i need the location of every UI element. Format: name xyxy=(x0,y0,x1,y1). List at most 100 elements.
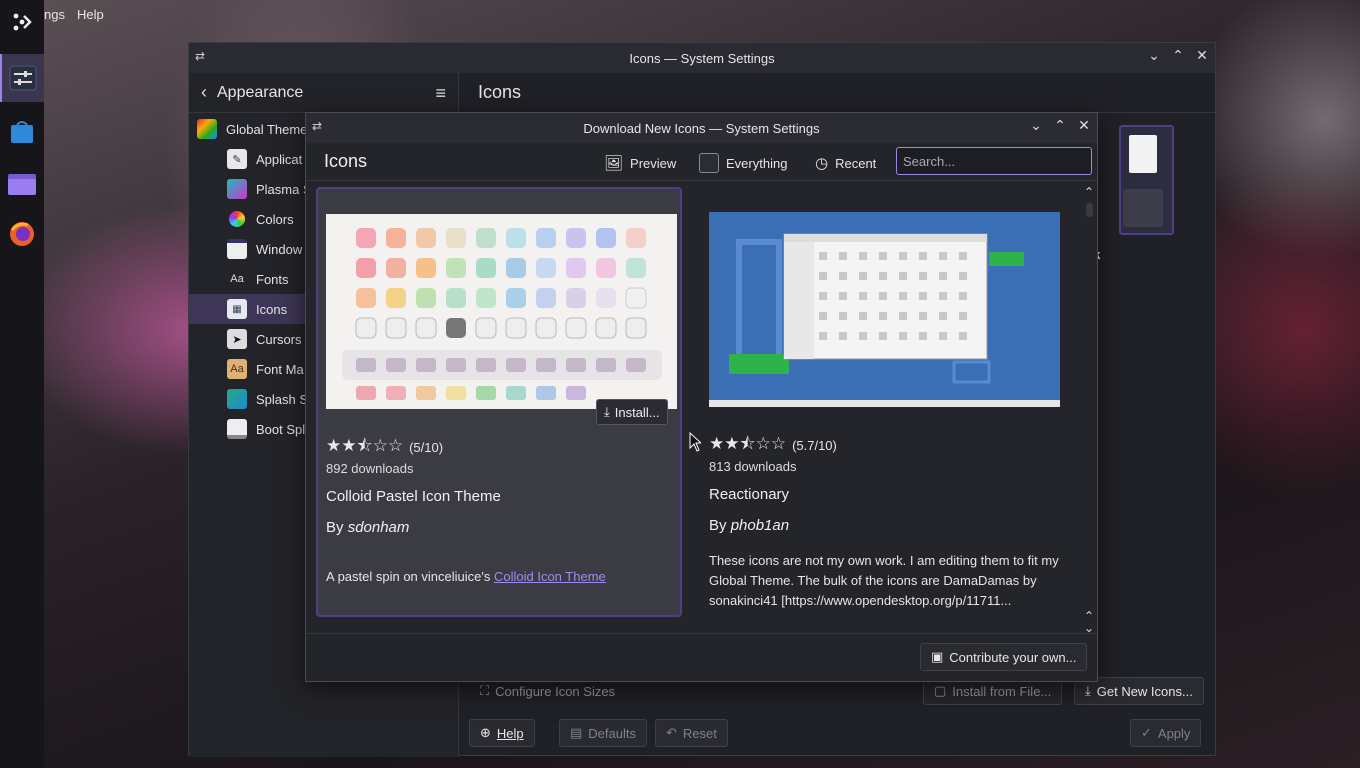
image-icon: ▣ xyxy=(931,649,944,664)
help-icon: ⊕ xyxy=(480,725,491,740)
global-theme-icon xyxy=(197,119,217,139)
image-icon: 🖼 xyxy=(604,155,624,172)
item-description: A pastel spin on vinceliuice's Colloid I… xyxy=(326,569,606,584)
description-link[interactable]: Colloid Icon Theme xyxy=(494,569,606,584)
item-preview-image xyxy=(709,212,1060,407)
file-icon: ▢ xyxy=(934,683,947,698)
system-settings-dock-icon[interactable] xyxy=(0,54,44,102)
star-rating-icon: ★★⯪☆☆ xyxy=(709,434,787,453)
sidebar-item-label: Window xyxy=(256,241,303,257)
item-card-colloid-pastel[interactable]: ⤓ Install... ★★⯪☆☆ (5/10) 892 downloads … xyxy=(316,187,682,617)
app-launcher-icon[interactable] xyxy=(6,6,38,38)
configure-icon: ⛶ xyxy=(480,683,490,698)
font-management-icon: Aa xyxy=(227,359,247,379)
icons-category-icon: ▦ xyxy=(227,299,247,319)
document-icon xyxy=(1129,135,1157,173)
application-style-icon: ✎ xyxy=(227,149,247,169)
sidebar-item-label: Fonts xyxy=(256,271,289,287)
scroll-up-icon[interactable]: ⌃ xyxy=(1084,185,1094,199)
download-icon: ⤓ xyxy=(1085,683,1091,698)
download-count: 813 downloads xyxy=(709,459,797,474)
close-icon[interactable]: ✕ xyxy=(1195,47,1209,64)
scrollbar[interactable]: ⌃ ⌃ ⌄ xyxy=(1084,185,1096,635)
main-window-title: Icons — System Settings xyxy=(629,50,775,66)
menu-settings[interactable]: ngs xyxy=(44,7,65,22)
recent-sort-button[interactable]: ◷ Recent xyxy=(815,152,876,174)
item-name: Colloid Pastel Icon Theme xyxy=(326,488,501,505)
page-title: Icons xyxy=(478,82,522,102)
sidebar-item-label: Plasma S xyxy=(256,181,312,197)
dialog-toolbar: Icons 🖼 Preview Everything ◷ Recent xyxy=(306,143,1097,181)
window-decorations-icon xyxy=(227,239,247,259)
plasma-style-icon xyxy=(227,179,247,199)
sidebar-title: Appearance xyxy=(217,83,304,101)
checkmark-icon: ✓ xyxy=(1141,725,1152,740)
dialog-button-bar: ⊕ Help ▤ Defaults ↶ Reset ✓ Apply xyxy=(469,717,1205,749)
file-manager-icon[interactable] xyxy=(6,168,38,200)
trash-icon xyxy=(1123,189,1163,227)
dialog-heading: Icons xyxy=(324,151,368,171)
menubar: ngs Help xyxy=(44,0,104,28)
reset-button[interactable]: ↶ Reset xyxy=(655,719,728,747)
main-titlebar: ⇄ Icons — System Settings ⌄ ⌃ ✕ xyxy=(189,43,1215,73)
sidebar-header: ‹ Appearance ≡ xyxy=(189,73,458,113)
search-input[interactable] xyxy=(896,147,1092,175)
menu-help[interactable]: Help xyxy=(77,7,104,22)
colors-icon xyxy=(229,211,245,227)
install-button[interactable]: ⤓ Install... xyxy=(596,399,668,425)
defaults-icon: ▤ xyxy=(570,725,583,740)
preview-view-button[interactable]: 🖼 Preview xyxy=(604,152,676,174)
minimize-icon[interactable]: ⌄ xyxy=(1029,117,1043,134)
item-author: By sdonham xyxy=(326,519,410,536)
dialog-titlebar: ⇄ Download New Icons — System Settings ⌄… xyxy=(306,113,1097,143)
defaults-button[interactable]: ▤ Defaults xyxy=(559,719,647,747)
mouse-cursor-icon xyxy=(689,432,701,452)
dialog-footer: ▣ Contribute your own... xyxy=(306,633,1097,681)
item-description: These icons are not my own work. I am ed… xyxy=(709,553,1059,608)
cursors-icon: ➤ xyxy=(227,329,247,349)
maximize-icon[interactable]: ⌃ xyxy=(1053,117,1067,134)
sidebar-item-label: Boot Spl xyxy=(256,421,306,437)
fonts-icon: Aa xyxy=(230,273,244,285)
download-new-icons-dialog: ⇄ Download New Icons — System Settings ⌄… xyxy=(305,112,1098,682)
dock-panel xyxy=(0,0,44,768)
items-grid: ⤓ Install... ★★⯪☆☆ (5/10) 892 downloads … xyxy=(316,185,1084,619)
everything-filter-checkbox[interactable]: Everything xyxy=(699,152,787,174)
download-count: 892 downloads xyxy=(326,461,414,476)
sidebar-item-label: Global Theme xyxy=(226,121,308,137)
help-button[interactable]: ⊕ Help xyxy=(469,719,535,747)
dialog-title: Download New Icons — System Settings xyxy=(583,120,820,136)
rating: ★★⯪☆☆ (5.7/10) xyxy=(709,431,837,460)
close-icon[interactable]: ✕ xyxy=(1077,117,1091,134)
boot-splash-icon xyxy=(227,419,247,439)
firefox-icon[interactable] xyxy=(6,218,38,250)
back-arrow-icon[interactable]: ‹ xyxy=(201,82,207,103)
scroll-handle[interactable] xyxy=(1086,203,1093,217)
clock-icon: ◷ xyxy=(815,155,829,172)
reset-icon: ↶ xyxy=(666,725,677,740)
window-menu-icon[interactable]: ⇄ xyxy=(312,119,328,133)
item-author: By phob1an xyxy=(709,517,790,534)
download-icon: ⤓ xyxy=(604,404,610,419)
rating: ★★⯪☆☆ (5/10) xyxy=(326,433,443,462)
checkbox[interactable] xyxy=(699,153,719,173)
sidebar-item-label: Splash S xyxy=(256,391,309,407)
item-name: Reactionary xyxy=(709,486,790,503)
star-rating-icon: ★★⯪☆☆ xyxy=(326,436,404,455)
sidebar-item-label: Cursors xyxy=(256,331,302,347)
apply-button[interactable]: ✓ Apply xyxy=(1130,719,1202,747)
minimize-icon[interactable]: ⌄ xyxy=(1147,47,1161,64)
sidebar-item-label: Icons xyxy=(256,301,288,317)
item-card-reactionary[interactable]: ★★⯪☆☆ (5.7/10) 813 downloads Reactionary… xyxy=(701,187,1067,617)
content-header: Icons xyxy=(460,73,1215,113)
sidebar-item-label: Applicat xyxy=(256,151,303,167)
window-menu-icon[interactable]: ⇄ xyxy=(195,49,211,63)
hamburger-menu-icon[interactable]: ≡ xyxy=(435,83,446,104)
discover-store-icon[interactable] xyxy=(6,116,38,148)
maximize-icon[interactable]: ⌃ xyxy=(1171,47,1185,64)
contribute-button[interactable]: ▣ Contribute your own... xyxy=(920,643,1088,671)
item-preview-image xyxy=(326,214,677,409)
sidebar-item-label: Colors xyxy=(256,211,294,227)
splash-screen-icon xyxy=(227,389,247,409)
sidebar-item-label: Font Ma xyxy=(256,361,304,377)
